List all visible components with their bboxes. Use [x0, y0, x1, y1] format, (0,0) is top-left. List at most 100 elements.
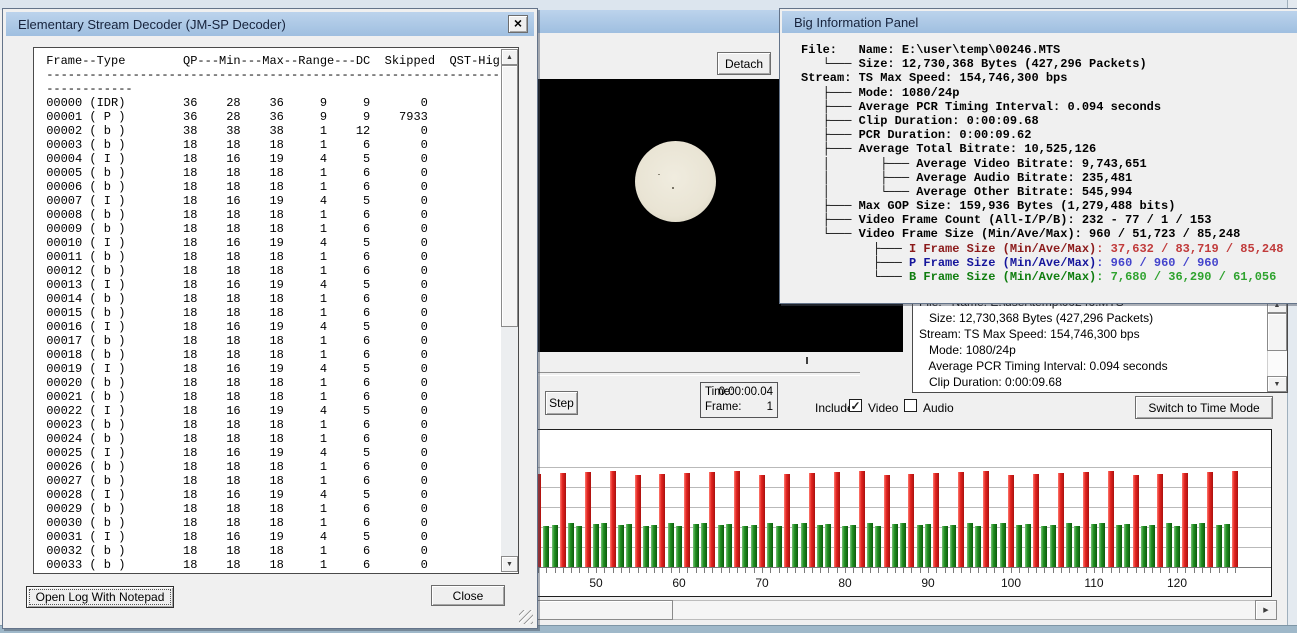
- chart-bar-b-frame: [825, 524, 831, 567]
- info-tree-line: ├─── PCR Duration: 0:00:09.62: [801, 128, 1284, 142]
- chart-bar-b-frame: [576, 526, 582, 567]
- x-axis-minor-tick: [1136, 568, 1137, 573]
- chart-bar-b-frame: [1174, 526, 1180, 567]
- open-log-button-label: Open Log With Notepad: [36, 590, 165, 604]
- detach-button[interactable]: Detach: [717, 52, 771, 75]
- chart-bar-b-frame: [792, 524, 798, 567]
- chart-bar-b-frame: [776, 526, 782, 567]
- x-axis-minor-tick: [1210, 568, 1211, 573]
- decoder-dialog-title-bar[interactable]: Elementary Stream Decoder (JM-SP Decoder…: [6, 12, 534, 36]
- x-axis-minor-tick: [845, 568, 846, 573]
- x-axis-minor-tick: [1077, 568, 1078, 573]
- chart-bar-b-frame: [991, 524, 997, 567]
- x-axis-minor-tick: [1102, 568, 1103, 573]
- x-axis-minor-tick: [961, 568, 962, 573]
- x-axis-minor-tick: [804, 568, 805, 573]
- x-axis-minor-tick: [1044, 568, 1045, 573]
- close-icon[interactable]: ×: [508, 15, 528, 33]
- chart-bar-b-frame: [767, 523, 773, 567]
- chart-bar-b-frame: [543, 526, 549, 567]
- x-axis-minor-tick: [579, 568, 580, 573]
- x-axis-minor-tick: [696, 568, 697, 573]
- x-axis-minor-tick: [1111, 568, 1112, 573]
- scrollbar-thumb[interactable]: [1267, 313, 1287, 351]
- stream-info-list[interactable]: File: Name: E:\user\temp\00246.MTS Size:…: [912, 296, 1288, 393]
- dialog-close-button[interactable]: Close: [431, 585, 505, 606]
- chart-bar-b-frame: [1224, 524, 1230, 567]
- x-axis-minor-tick: [828, 568, 829, 573]
- x-axis-minor-tick: [679, 568, 680, 573]
- switch-to-time-mode-button[interactable]: Switch to Time Mode: [1135, 396, 1273, 419]
- x-axis-minor-tick: [646, 568, 647, 573]
- chart-bar-b-frame: [676, 526, 682, 567]
- chart-bar-i-frame: [635, 475, 641, 567]
- chart-bar-b-frame: [967, 523, 973, 567]
- x-axis-minor-tick: [613, 568, 614, 573]
- chart-bar-b-frame: [801, 523, 807, 567]
- chart-bar-b-frame: [1066, 523, 1072, 567]
- log-scroll-up-button[interactable]: ▲: [501, 49, 518, 65]
- application-window: Detach Step Time: 0:00:00.04 Frame: 1 Fi…: [0, 0, 1297, 633]
- chart-bar-i-frame: [1207, 472, 1213, 567]
- x-axis-minor-tick: [704, 568, 705, 573]
- x-axis-minor-tick: [1069, 568, 1070, 573]
- x-axis-minor-tick: [820, 568, 821, 573]
- chart-gridline: [538, 467, 1271, 468]
- info-tree-line: │ └─── Average Other Bitrate: 545,994: [801, 185, 1284, 199]
- x-axis-minor-tick: [928, 568, 929, 573]
- chart-bar-i-frame: [1157, 474, 1163, 567]
- x-axis-minor-tick: [936, 568, 937, 573]
- log-scrollbar-thumb[interactable]: [501, 65, 518, 327]
- chart-bar-b-frame: [701, 523, 707, 567]
- x-axis-minor-tick: [853, 568, 854, 573]
- sun-image: [635, 141, 716, 222]
- chart-h-scrollbar-thumb[interactable]: [537, 600, 673, 620]
- scroll-down-button[interactable]: ▼: [1267, 376, 1287, 392]
- chart-bar-b-frame: [651, 525, 657, 567]
- x-axis-minor-tick: [986, 568, 987, 573]
- x-axis-minor-tick: [978, 568, 979, 573]
- x-axis-minor-tick: [687, 568, 688, 573]
- chart-bar-i-frame: [1058, 473, 1064, 567]
- chart-bar-i-frame: [585, 472, 591, 567]
- open-log-button[interactable]: Open Log With Notepad: [26, 586, 174, 608]
- detach-button-label: Detach: [725, 57, 763, 71]
- x-axis-tick-label: 60: [662, 576, 696, 590]
- log-scroll-down-button[interactable]: ▼: [501, 556, 518, 572]
- x-axis-minor-tick: [571, 568, 572, 573]
- x-axis-minor-tick: [721, 568, 722, 573]
- seek-trackbar-thumb[interactable]: [806, 357, 808, 364]
- chart-bar-i-frame: [958, 472, 964, 567]
- chart-bar-b-frame: [1091, 524, 1097, 567]
- audio-checkbox[interactable]: [904, 399, 917, 412]
- video-checkbox[interactable]: ✓: [849, 399, 862, 412]
- big-info-panel: Big Information Panel File: Name: E:\use…: [779, 8, 1297, 304]
- info-tree-line: ├─── Average PCR Timing Interval: 0.094 …: [801, 100, 1284, 114]
- stream-info-line: Average PCR Timing Interval: 0.094 secon…: [919, 358, 1168, 374]
- x-axis-minor-tick: [563, 568, 564, 573]
- chart-bar-i-frame: [1083, 472, 1089, 567]
- frame-log-list[interactable]: Frame--Type QP---Min---Max--Range---DC S…: [33, 47, 519, 574]
- chart-bar-b-frame: [1199, 523, 1205, 567]
- x-axis-minor-tick: [1094, 568, 1095, 573]
- time-value: 0:00:00.04: [719, 386, 773, 398]
- chart-bar-b-frame: [1000, 523, 1006, 567]
- x-axis-tick-label: 70: [745, 576, 779, 590]
- stream-info-line: Stream: TS Max Speed: 154,746,300 bps: [919, 326, 1168, 342]
- x-axis-minor-tick: [662, 568, 663, 573]
- main-window-title-bar[interactable]: [536, 10, 780, 33]
- seek-trackbar[interactable]: [538, 372, 860, 376]
- chart-scroll-right-button[interactable]: ▶: [1255, 600, 1277, 620]
- x-axis-minor-tick: [1028, 568, 1029, 573]
- x-axis-minor-tick: [887, 568, 888, 573]
- time-frame-display: Time: 0:00:00.04 Frame: 1: [700, 382, 778, 418]
- x-axis-minor-tick: [1169, 568, 1170, 573]
- x-axis-tick-label: 80: [828, 576, 862, 590]
- stream-info-line: Clip Duration: 0:00:09.68: [919, 374, 1168, 390]
- step-button[interactable]: Step: [545, 391, 578, 415]
- resize-grip[interactable]: [519, 610, 533, 624]
- big-info-panel-title-bar[interactable]: Big Information Panel: [782, 11, 1297, 33]
- frame-value: 1: [767, 401, 773, 413]
- chart-bar-b-frame: [552, 525, 558, 567]
- x-axis-minor-tick: [754, 568, 755, 573]
